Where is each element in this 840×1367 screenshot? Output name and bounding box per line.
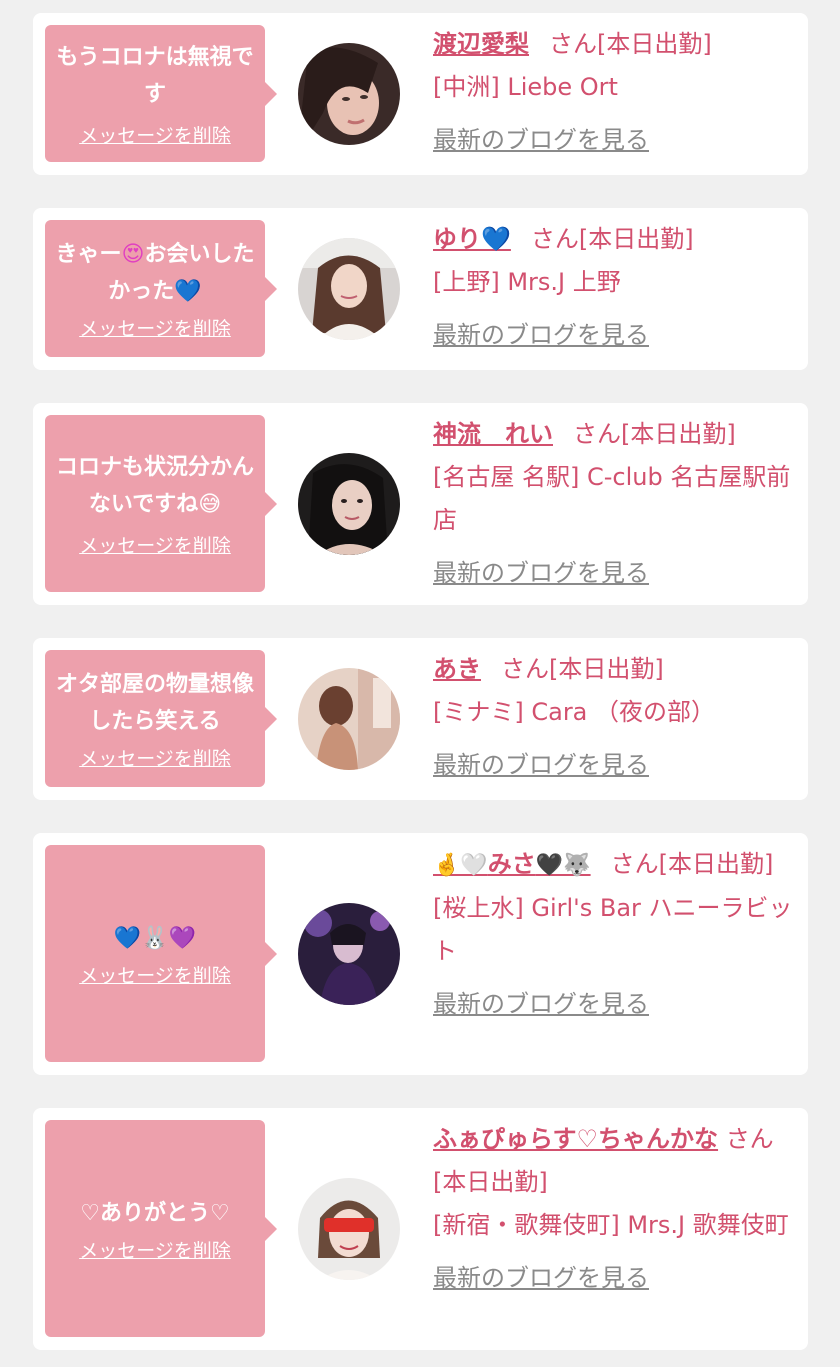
message-card: もうコロナは無視です メッセージを削除 渡辺愛梨 さん[本日出勤] [中洲] Li… — [33, 13, 808, 175]
delete-message-link[interactable]: メッセージを削除 — [79, 961, 231, 988]
message-bubble: 💙🐰💜 メッセージを削除 — [45, 845, 277, 1062]
message-text: ♡ありがとう♡ — [80, 1200, 230, 1226]
message-card: オタ部屋の物量想像したら笑える メッセージを削除 あき さん[本日出勤] [ミナミ… — [33, 638, 808, 800]
message-text: もうコロナは無視です — [56, 45, 254, 107]
shop-name: [名古屋 名駅] C-club 名古屋駅前店 — [433, 463, 791, 534]
message-bubble: オタ部屋の物量想像したら笑える メッセージを削除 — [45, 650, 277, 787]
delete-message-link[interactable]: メッセージを削除 — [79, 744, 231, 771]
blog-link[interactable]: 最新のブログを見る — [433, 552, 798, 595]
sweat-smile-emoji-icon: 😅 — [198, 492, 222, 517]
avatar[interactable] — [298, 903, 400, 1005]
message-text: コロナも状況分かんないですね😅 — [55, 449, 255, 523]
delete-message-link[interactable]: メッセージを削除 — [79, 1236, 231, 1263]
message-card: コロナも状況分かんないですね😅 メッセージを削除 神流 れい さん[本日出勤] [… — [33, 403, 808, 605]
sender-info: 渡辺愛梨 さん[本日出勤] [中洲] Liebe Ort 最新のブログを見る — [433, 23, 798, 162]
blog-link[interactable]: 最新のブログを見る — [433, 314, 798, 357]
fingers-crossed-white-heart-icon: 🤞🤍 — [433, 853, 488, 878]
delete-message-link[interactable]: メッセージを削除 — [79, 531, 231, 558]
message-text-part: きゃー — [55, 242, 122, 267]
message-bubble: きゃー😍お会いしたかった💙 メッセージを削除 — [45, 220, 277, 357]
message-text: きゃー😍お会いしたかった💙 — [55, 236, 255, 310]
message-card: ♡ありがとう♡ メッセージを削除 ふぁぴゅらす♡ちゃんかな さん[本日出勤] [… — [33, 1108, 808, 1350]
message-card: 💙🐰💜 メッセージを削除 🤞🤍みさ🖤🐺 さん[本日出勤] [桜上水] Girl's… — [33, 833, 808, 1075]
attendance-status: さん[本日出勤] — [573, 420, 736, 448]
shop-name: [新宿・歌舞伎町] Mrs.J 歌舞伎町 — [433, 1211, 789, 1239]
sender-name-link[interactable]: 神流 れい — [433, 420, 553, 448]
message-bubble: もうコロナは無視です メッセージを削除 — [45, 25, 277, 162]
message-bubble: コロナも状況分かんないですね😅 メッセージを削除 — [45, 415, 277, 592]
message-bubble: ♡ありがとう♡ メッセージを削除 — [45, 1120, 277, 1337]
sender-info: あき さん[本日出勤] [ミナミ] Cara （夜の部） 最新のブログを見る — [433, 648, 798, 787]
attendance-status: さん[本日出勤] — [501, 655, 664, 683]
delete-message-link[interactable]: メッセージを削除 — [79, 314, 231, 341]
sender-name-link[interactable]: ゆり💙 — [433, 225, 511, 253]
blog-link[interactable]: 最新のブログを見る — [433, 1257, 798, 1300]
blog-link[interactable]: 最新のブログを見る — [433, 119, 798, 162]
avatar[interactable] — [298, 453, 400, 555]
sender-name-text: ゆり — [433, 225, 481, 253]
avatar[interactable] — [298, 43, 400, 145]
sender-info: ふぁぴゅらす♡ちゃんかな さん[本日出勤] [新宿・歌舞伎町] Mrs.J 歌舞… — [433, 1118, 798, 1300]
sender-info: 神流 れい さん[本日出勤] [名古屋 名駅] C-club 名古屋駅前店 最新の… — [433, 413, 798, 595]
blog-link[interactable]: 最新のブログを見る — [433, 744, 798, 787]
sender-info: ゆり💙 さん[本日出勤] [上野] Mrs.J 上野 最新のブログを見る — [433, 218, 798, 357]
sender-name-link[interactable]: 渡辺愛梨 — [433, 30, 529, 58]
message-text-part: コロナも状況分かんないですね — [55, 455, 254, 517]
message-card: きゃー😍お会いしたかった💙 メッセージを削除 ゆり💙 さん[本日出勤] [上野] … — [33, 208, 808, 370]
attendance-status: さん[本日出勤] — [530, 225, 694, 253]
blog-link[interactable]: 最新のブログを見る — [433, 983, 798, 1026]
sender-name-text: みさ — [487, 850, 536, 878]
avatar[interactable] — [298, 1178, 400, 1280]
attendance-status: さん[本日出勤] — [610, 850, 774, 878]
blue-heart-icon: 💙 — [174, 279, 202, 304]
attendance-status: さん[本日出勤] — [549, 30, 712, 58]
shop-name: [中洲] Liebe Ort — [433, 73, 618, 101]
message-text: 💙🐰💜 — [113, 925, 197, 951]
avatar[interactable] — [298, 238, 400, 340]
black-heart-wolf-icon: 🖤🐺 — [535, 853, 591, 878]
sender-name-link[interactable]: あき — [433, 655, 481, 683]
sender-name-link[interactable]: 🤞🤍みさ🖤🐺 — [433, 850, 591, 878]
message-text: オタ部屋の物量想像したら笑える — [55, 672, 254, 734]
blue-heart-icon: 💙 — [481, 225, 511, 253]
shop-name: [桜上水] Girl's Bar ハニーラビット — [433, 894, 793, 965]
sender-name-link[interactable]: ふぁぴゅらす♡ちゃんかな — [433, 1125, 718, 1153]
avatar[interactable] — [298, 668, 400, 770]
shop-name: [上野] Mrs.J 上野 — [433, 268, 621, 296]
delete-message-link[interactable]: メッセージを削除 — [79, 121, 231, 148]
sender-info: 🤞🤍みさ🖤🐺 さん[本日出勤] [桜上水] Girl's Bar ハニーラビット … — [433, 843, 798, 1026]
heart-eyes-emoji-icon: 😍 — [121, 242, 145, 267]
shop-name: [ミナミ] Cara （夜の部） — [433, 698, 716, 726]
